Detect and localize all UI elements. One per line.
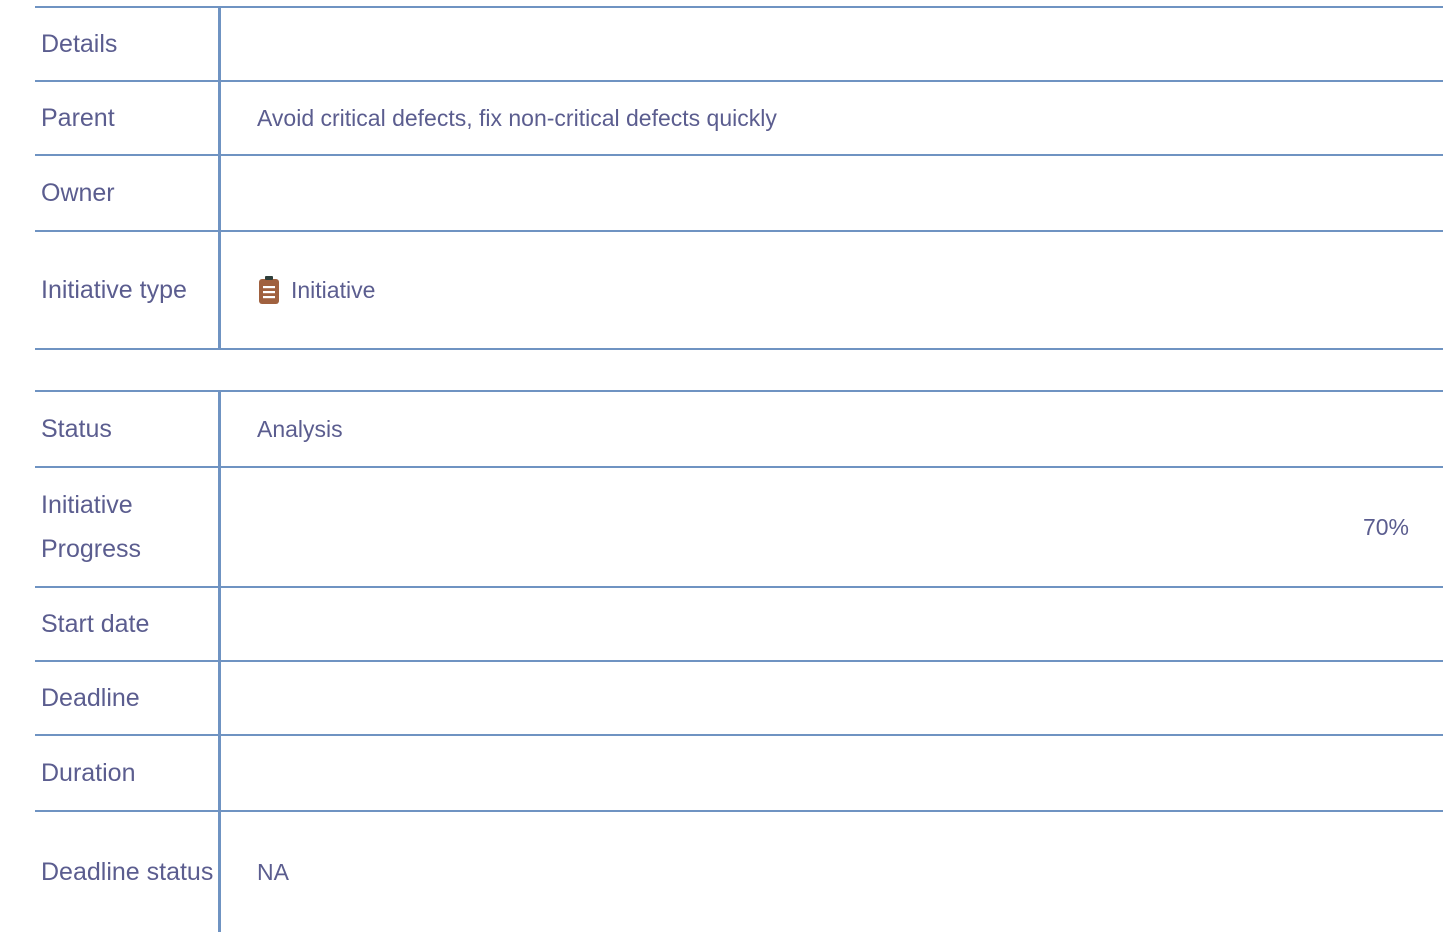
duration-value xyxy=(221,736,1443,810)
status-row: Status Analysis xyxy=(35,390,1443,468)
start-date-label: Start date xyxy=(35,588,221,660)
parent-row: Parent Avoid critical defects, fix non-c… xyxy=(35,82,1443,156)
duration-label: Duration xyxy=(35,736,221,810)
initiative-progress-value: 70% xyxy=(221,468,1443,586)
status-label: Status xyxy=(35,392,221,466)
progress-fill xyxy=(257,524,1014,530)
details-label: Details xyxy=(35,8,221,80)
deadline-value[interactable] xyxy=(221,662,1443,734)
parent-link[interactable]: Avoid critical defects, fix non-critical… xyxy=(221,82,1443,154)
details-table: Details Parent Avoid critical defects, f… xyxy=(35,6,1443,350)
deadline-label: Deadline xyxy=(35,662,221,734)
progress-percent: 70% xyxy=(1362,513,1409,540)
initiative-type-text: Initiative xyxy=(291,276,376,303)
initiative-type-value[interactable]: Initiative xyxy=(221,232,1443,348)
parent-label: Parent xyxy=(35,82,221,154)
deadline-row: Deadline xyxy=(35,662,1443,736)
initiative-progress-label: Initiative Progress xyxy=(35,468,221,586)
initiative-type-label: Initiative type xyxy=(35,232,221,348)
owner-value[interactable] xyxy=(221,156,1443,230)
owner-label: Owner xyxy=(35,156,221,230)
deadline-status-label: Deadline status xyxy=(35,812,221,932)
owner-row: Owner xyxy=(35,156,1443,232)
clipboard-icon xyxy=(259,276,279,304)
initiative-type-wrap: Initiative xyxy=(257,275,375,305)
deadline-status-row: Deadline status NA xyxy=(35,812,1443,932)
deadline-status-value: NA xyxy=(257,858,289,885)
status-table: Status Analysis Initiative Progress 70% … xyxy=(35,390,1443,932)
initiative-type-row: Initiative type Initiative xyxy=(35,232,1443,350)
status-value[interactable]: Analysis xyxy=(221,392,1443,466)
progress-bar xyxy=(257,524,1339,530)
progress-wrap: 70% xyxy=(257,514,1409,541)
start-date-row: Start date xyxy=(35,588,1443,662)
start-date-value[interactable] xyxy=(221,588,1443,660)
details-value xyxy=(221,8,1443,80)
details-row: Details xyxy=(35,6,1443,82)
initiative-progress-row: Initiative Progress 70% xyxy=(35,468,1443,588)
duration-row: Duration xyxy=(35,736,1443,812)
